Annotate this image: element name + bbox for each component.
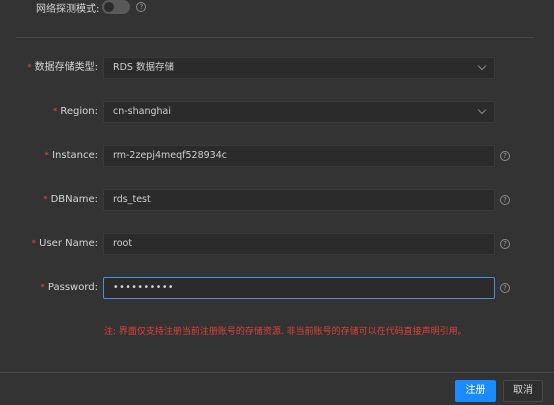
password-label: * Password: xyxy=(40,277,98,299)
network-probe-row: 网络探测模式: ? xyxy=(36,0,147,15)
instance-input[interactable]: rm-2zepj4meqf528934c xyxy=(103,145,495,167)
storage-type-row: * 数据存储类型: RDS 数据存储 xyxy=(0,57,554,79)
dbname-row: * DBName: rds_test ? xyxy=(0,189,554,211)
required-mark: * xyxy=(27,63,32,73)
password-row: * Password: •••••••••• ? xyxy=(0,277,554,299)
password-input[interactable]: •••••••••• xyxy=(103,277,495,299)
region-row: * Region: cn-shanghai xyxy=(0,101,554,123)
dbname-input[interactable]: rds_test xyxy=(103,189,495,211)
network-probe-label: 网络探测模式: xyxy=(36,3,100,15)
help-icon[interactable]: ? xyxy=(136,2,147,12)
storage-type-select[interactable]: RDS 数据存储 xyxy=(103,57,495,79)
required-mark: * xyxy=(40,283,45,293)
chevron-down-icon xyxy=(477,61,487,71)
dbname-label: * DBName: xyxy=(43,189,98,211)
network-probe-toggle[interactable] xyxy=(102,0,131,14)
region-label-text: Region: xyxy=(60,106,98,117)
instance-label: * Instance: xyxy=(45,145,98,167)
storage-type-label-text: 数据存储类型: xyxy=(34,62,98,73)
cancel-button[interactable]: 取消 xyxy=(503,380,543,402)
username-label-text: User Name: xyxy=(39,238,98,249)
username-row: * User Name: root ? xyxy=(0,233,554,255)
required-mark: * xyxy=(52,107,58,117)
storage-type-label: * 数据存储类型: xyxy=(27,57,98,79)
instance-label-text: Instance: xyxy=(52,150,98,161)
help-icon[interactable]: ? xyxy=(500,283,510,293)
region-value: cn-shanghai xyxy=(113,106,171,117)
instance-row: * Instance: rm-2zepj4meqf528934c ? xyxy=(0,145,554,167)
password-label-text: Password: xyxy=(47,282,98,293)
region-select[interactable]: cn-shanghai xyxy=(103,101,495,123)
chevron-down-icon xyxy=(477,105,487,115)
storage-type-value: RDS 数据存储 xyxy=(113,62,174,73)
required-mark: * xyxy=(44,151,50,161)
register-button[interactable]: 注册 xyxy=(455,380,496,402)
help-icon[interactable]: ? xyxy=(500,195,510,205)
username-label: * User Name: xyxy=(32,233,98,255)
required-mark: * xyxy=(43,195,48,205)
username-input[interactable]: root xyxy=(103,233,495,255)
toggle-knob xyxy=(104,2,115,12)
section-divider xyxy=(16,37,534,38)
help-icon[interactable]: ? xyxy=(500,151,510,161)
dbname-label-text: DBName: xyxy=(50,194,98,205)
required-mark: * xyxy=(31,239,37,249)
help-icon[interactable]: ? xyxy=(500,239,510,249)
footer-divider xyxy=(0,372,554,373)
register-notice: 注: 界面仅支持注册当前注册账号的存储资源. 非当前账号的存储可以在代码直接声明… xyxy=(104,327,467,337)
region-label: * Region: xyxy=(53,101,98,123)
